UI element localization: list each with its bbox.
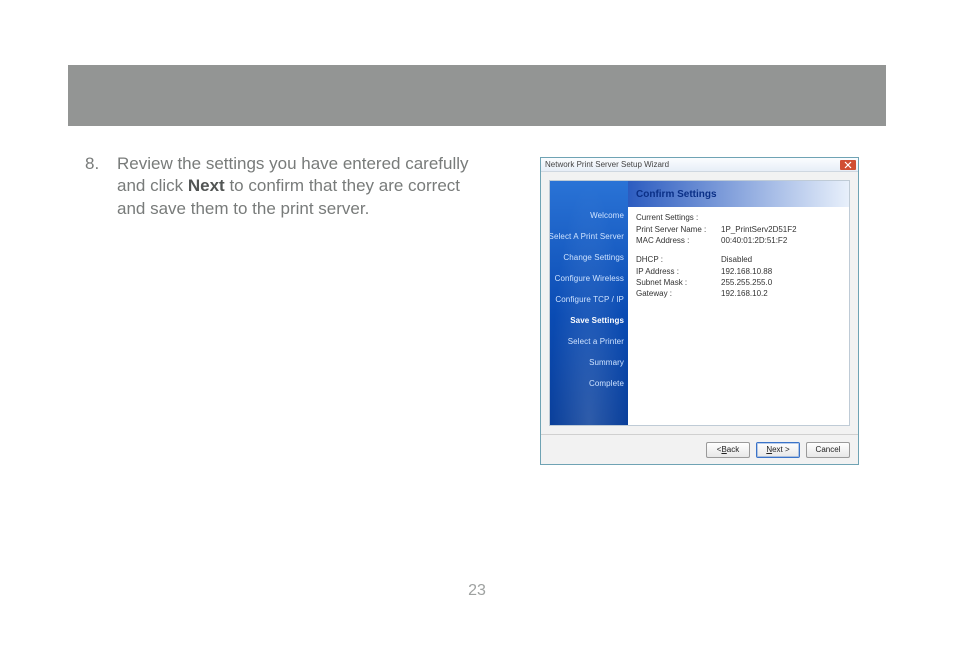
- next-button[interactable]: Next >: [756, 442, 800, 458]
- sidebar-item-change-settings[interactable]: Change Settings: [563, 253, 624, 262]
- wizard-footer: < Back Next > Cancel: [541, 434, 858, 464]
- wizard-client-area: Welcome Select A Print Server Change Set…: [541, 172, 858, 434]
- back-button-rest: ack: [727, 445, 739, 454]
- back-button[interactable]: < Back: [706, 442, 750, 458]
- value-subnet-mask: 255.255.255.0: [721, 277, 841, 288]
- label-mac-address: MAC Address :: [636, 235, 721, 246]
- value-ip-address: 192.168.10.88: [721, 266, 841, 277]
- value-print-server-name: 1P_PrintServ2D51F2: [721, 224, 841, 235]
- wizard-content: Confirm Settings Current Settings : Prin…: [628, 181, 849, 425]
- label-print-server-name: Print Server Name :: [636, 224, 721, 235]
- wizard-main: Welcome Select A Print Server Change Set…: [549, 180, 850, 426]
- header-banner: [68, 65, 886, 126]
- label-subnet-mask: Subnet Mask :: [636, 277, 721, 288]
- wizard-sidebar: Welcome Select A Print Server Change Set…: [550, 181, 628, 425]
- current-settings-label: Current Settings :: [636, 213, 841, 222]
- step-number: 8.: [85, 153, 117, 220]
- next-button-rest: ext >: [772, 445, 790, 454]
- document-page: 8. Review the settings you have entered …: [0, 0, 954, 665]
- row-dhcp: DHCP : Disabled: [636, 254, 841, 265]
- wizard-content-header: Confirm Settings: [628, 181, 849, 207]
- label-ip-address: IP Address :: [636, 266, 721, 277]
- value-mac-address: 00:40:01:2D:51:F2: [721, 235, 841, 246]
- sidebar-item-select-print-server[interactable]: Select A Print Server: [549, 232, 624, 241]
- row-ip-address: IP Address : 192.168.10.88: [636, 266, 841, 277]
- row-print-server-name: Print Server Name : 1P_PrintServ2D51F2: [636, 224, 841, 235]
- close-icon: [844, 161, 852, 169]
- row-gateway: Gateway : 192.168.10.2: [636, 288, 841, 299]
- wizard-content-heading: Confirm Settings: [636, 189, 717, 200]
- value-gateway: 192.168.10.2: [721, 288, 841, 299]
- sidebar-item-complete[interactable]: Complete: [589, 379, 624, 388]
- page-number: 23: [0, 582, 954, 600]
- sidebar-item-summary[interactable]: Summary: [589, 358, 624, 367]
- label-gateway: Gateway :: [636, 288, 721, 299]
- wizard-window: Network Print Server Setup Wizard Welcom…: [540, 157, 859, 465]
- sidebar-item-configure-wireless[interactable]: Configure Wireless: [555, 274, 624, 283]
- row-subnet-mask: Subnet Mask : 255.255.255.0: [636, 277, 841, 288]
- row-mac-address: MAC Address : 00:40:01:2D:51:F2: [636, 235, 841, 246]
- sidebar-item-save-settings[interactable]: Save Settings: [570, 316, 624, 325]
- sidebar-item-welcome[interactable]: Welcome: [590, 211, 624, 220]
- instruction-step-8: 8. Review the settings you have entered …: [85, 153, 485, 220]
- wizard-title: Network Print Server Setup Wizard: [545, 160, 840, 169]
- wizard-content-body: Current Settings : Print Server Name : 1…: [628, 207, 849, 307]
- sidebar-item-select-printer[interactable]: Select a Printer: [568, 337, 624, 346]
- close-button[interactable]: [840, 160, 856, 170]
- sidebar-item-configure-tcpip[interactable]: Configure TCP / IP: [555, 295, 624, 304]
- step-text-bold: Next: [188, 176, 225, 195]
- instruction-block: 8. Review the settings you have entered …: [85, 153, 485, 220]
- wizard-titlebar[interactable]: Network Print Server Setup Wizard: [541, 158, 858, 172]
- cancel-button[interactable]: Cancel: [806, 442, 850, 458]
- value-dhcp: Disabled: [721, 254, 841, 265]
- step-text: Review the settings you have entered car…: [117, 153, 485, 220]
- settings-spacer: [636, 246, 841, 254]
- label-dhcp: DHCP :: [636, 254, 721, 265]
- cancel-button-label: Cancel: [816, 445, 841, 454]
